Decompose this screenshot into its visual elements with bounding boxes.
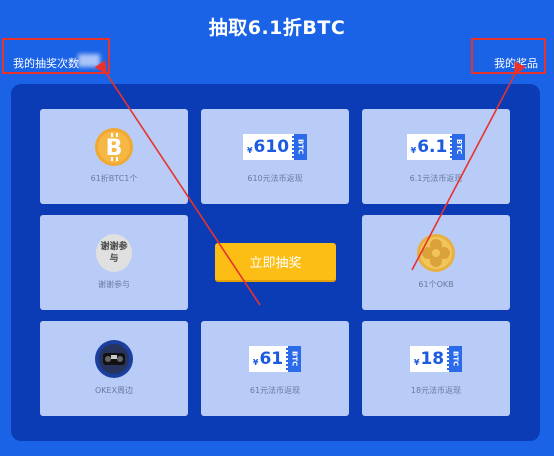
prize-cell-okb: 61个OKB (362, 215, 510, 310)
draw-count-value-blurred (78, 54, 100, 67)
prize-label: 谢谢参与 (98, 280, 130, 289)
prize-cell-18-cashback: ¥18 BTC 18元法币返现 (362, 321, 510, 416)
prize-label: OKEX周边 (94, 386, 134, 395)
prize-cell-61-cashback: ¥61 BTC 61元法币返现 (201, 321, 349, 416)
draw-count-box[interactable]: 我的抽奖次数 (2, 38, 110, 74)
coupon-icon: ¥610 BTC (242, 134, 308, 160)
prize-label: 610元法币返现 (247, 174, 303, 183)
svg-text:B: B (106, 136, 123, 161)
draw-count-label: 我的抽奖次数 (13, 57, 79, 70)
prize-cell-thanks: 谢谢参与 谢谢参与 (40, 215, 188, 310)
thanks-icon: 谢谢参与 (96, 234, 132, 272)
prize-cell-610-cashback: ¥610 BTC 610元法币返现 (201, 109, 349, 204)
prize-cell-okex-merch: OKEX周边 (40, 321, 188, 416)
coupon-icon: ¥61 BTC (248, 346, 302, 372)
bitcoin-icon: B (95, 128, 133, 166)
my-prizes-link[interactable]: 我的奖品 (494, 55, 538, 71)
page-title: 抽取6.1折BTC (208, 17, 346, 39)
okb-coin-icon (417, 234, 455, 272)
my-prizes-box[interactable]: 我的奖品 (471, 38, 546, 74)
prize-cell-6-1-cashback: ¥6.1 BTC 6.1元法币返现 (362, 109, 510, 204)
draw-button[interactable]: 立即抽奖 (215, 243, 336, 282)
prize-label: 61折BTC1个 (90, 174, 138, 183)
coupon-icon: ¥6.1 BTC (406, 134, 466, 160)
prize-label: 18元法币返现 (410, 386, 462, 395)
prize-label: 61个OKB (418, 280, 454, 289)
prize-label: 61元法币返现 (249, 386, 301, 395)
prize-label: 6.1元法币返现 (409, 174, 463, 183)
prize-cell-btc: B 61折BTC1个 (40, 109, 188, 204)
coupon-icon: ¥18 BTC (409, 346, 463, 372)
okex-merch-icon (95, 340, 133, 378)
